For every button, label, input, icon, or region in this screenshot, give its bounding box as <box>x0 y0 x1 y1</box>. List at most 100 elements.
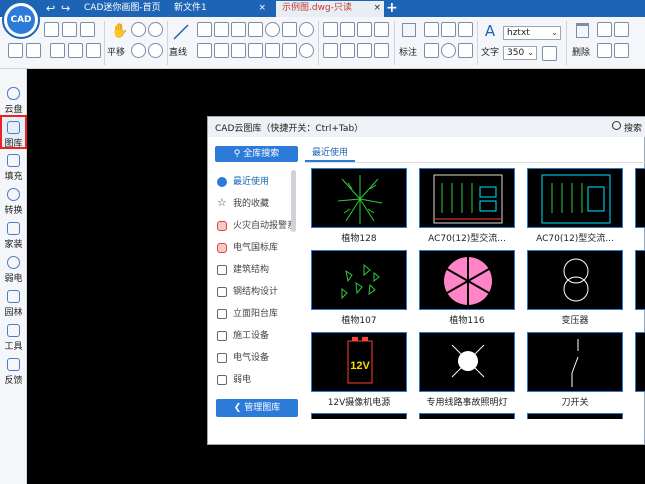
offset-icon[interactable] <box>374 22 389 37</box>
sidebar-item-feedback[interactable]: 反馈 <box>0 354 27 388</box>
image-export-icon[interactable] <box>86 43 101 58</box>
arc-dim-icon[interactable] <box>458 22 473 37</box>
zoom-extent-icon[interactable] <box>148 22 163 37</box>
pan-button[interactable]: ✋ 平移 <box>107 23 129 63</box>
zoom-out-icon[interactable] <box>131 43 146 58</box>
radius-dim-icon[interactable] <box>441 43 456 58</box>
copy-icon[interactable] <box>323 43 338 58</box>
sidebar-item-low-voltage[interactable]: 弱电 <box>0 252 27 286</box>
explode-icon[interactable] <box>374 43 389 58</box>
gallery-thumb-ac70-2[interactable] <box>527 168 623 228</box>
tab-close-icon[interactable]: × <box>373 1 381 16</box>
gallery-thumb-ac70-1[interactable] <box>419 168 515 228</box>
open-file-icon[interactable] <box>62 22 77 37</box>
aligned-dim-icon[interactable] <box>424 22 439 37</box>
trim-icon[interactable] <box>597 22 612 37</box>
tab-new-file[interactable]: 新文件1 × <box>168 1 269 17</box>
pdf-icon[interactable] <box>68 43 83 58</box>
cloud-line-icon[interactable] <box>231 43 246 58</box>
angle-dim-icon[interactable] <box>441 22 456 37</box>
spline-icon[interactable] <box>231 22 246 37</box>
category-favorites[interactable]: ☆ 我的收藏 <box>215 193 299 215</box>
pentagon-icon[interactable] <box>214 43 229 58</box>
category-balcony[interactable]: 立面阳台库 <box>215 303 299 325</box>
gallery-thumb-transformer[interactable] <box>527 250 623 310</box>
gallery-thumb-emergency-light[interactable] <box>419 332 515 392</box>
manage-library-button[interactable]: ❮ 管理图库 <box>216 399 298 417</box>
tab-sample-drawing[interactable]: 示例图.dwg-只读 × <box>276 1 384 17</box>
new-tab-button[interactable]: + <box>386 0 398 16</box>
gallery-thumb-partial[interactable] <box>635 332 645 392</box>
annotate-button[interactable]: 标注 <box>397 23 421 63</box>
move-icon[interactable] <box>323 22 338 37</box>
back-icon[interactable]: ↩ <box>46 2 55 15</box>
app-logo[interactable]: CAD <box>2 1 40 39</box>
break-icon[interactable] <box>614 43 629 58</box>
zoom-window-icon[interactable] <box>148 43 163 58</box>
undo-icon[interactable] <box>8 43 23 58</box>
size-select[interactable]: 350 ⌄ <box>503 46 537 60</box>
search-label[interactable]: 搜索 <box>624 121 642 134</box>
rotate-icon[interactable] <box>340 22 355 37</box>
tab-home[interactable]: CAD迷你画图-首页 <box>78 1 166 17</box>
tab-recent[interactable]: 最近使用 <box>305 146 355 162</box>
category-construction-equipment[interactable]: 施工设备 <box>215 325 299 347</box>
array-icon[interactable] <box>357 43 372 58</box>
sidebar-item-tools[interactable]: 工具 <box>0 320 27 354</box>
circle-icon[interactable] <box>265 22 280 37</box>
mirror-icon[interactable] <box>357 22 372 37</box>
gallery-thumb-next-row[interactable] <box>311 413 407 419</box>
linear-dim-icon[interactable] <box>424 43 439 58</box>
category-scrollbar[interactable] <box>291 170 296 232</box>
extend-icon[interactable] <box>597 43 612 58</box>
gallery-thumb-partial[interactable] <box>635 168 645 228</box>
gallery-thumb-partial[interactable] <box>635 250 645 310</box>
point-icon[interactable] <box>299 43 314 58</box>
leader-icon[interactable] <box>458 43 473 58</box>
curve-icon[interactable] <box>248 22 263 37</box>
scale-icon[interactable] <box>340 43 355 58</box>
sidebar-item-convert[interactable]: 转换 <box>0 184 27 218</box>
gallery-thumb-knife-switch[interactable] <box>527 332 623 392</box>
all-library-search-button[interactable]: ⚲ 全库搜索 <box>215 146 298 162</box>
gallery-thumb-camera-power[interactable]: 12V <box>311 332 407 392</box>
ellipse-icon[interactable] <box>299 22 314 37</box>
category-electrical-standard[interactable]: 电气国标库 <box>215 237 299 259</box>
save-icon[interactable] <box>80 22 95 37</box>
sidebar-item-landscape[interactable]: 园林 <box>0 286 27 320</box>
category-fire-alarm[interactable]: 火灾自动报警系 <box>215 215 299 237</box>
delete-button[interactable]: 删除 <box>570 23 594 63</box>
category-building-structure[interactable]: 建筑结构 <box>215 259 299 281</box>
sidebar-item-home-decor[interactable]: 家装 <box>0 218 27 252</box>
zoom-in-icon[interactable] <box>131 22 146 37</box>
category-electrical-equipment[interactable]: 电气设备 <box>215 347 299 369</box>
hatch-icon[interactable] <box>282 43 297 58</box>
new-file-icon[interactable] <box>44 22 59 37</box>
gallery-thumb-plant116[interactable] <box>419 250 515 310</box>
category-recent[interactable]: 最近使用 <box>215 171 299 193</box>
sidebar-item-gallery[interactable]: 图库 <box>0 115 27 149</box>
rectangle-icon[interactable] <box>282 22 297 37</box>
text-style-icon[interactable] <box>542 46 557 61</box>
arc-icon[interactable] <box>214 22 229 37</box>
gallery-thumb-plant128[interactable] <box>311 168 407 228</box>
category-steel-structure[interactable]: 钢结构设计 <box>215 281 299 303</box>
font-select[interactable]: hztxt ⌄ <box>503 26 561 40</box>
block-icon[interactable] <box>265 43 280 58</box>
category-low-voltage[interactable]: 弱电 <box>215 369 299 389</box>
gallery-thumb-next-row[interactable] <box>419 413 515 419</box>
scissors-icon[interactable] <box>614 22 629 37</box>
forward-icon[interactable]: ↪ <box>61 2 70 15</box>
triangle-icon[interactable] <box>197 43 212 58</box>
gallery-thumb-plant107[interactable] <box>311 250 407 310</box>
text-button[interactable]: A 文字 <box>479 23 501 63</box>
sector-icon[interactable] <box>248 43 263 58</box>
line-button[interactable]: 直线 <box>169 23 193 63</box>
tab-close-icon[interactable]: × <box>258 1 266 16</box>
sidebar-item-hatch[interactable]: 填充 <box>0 150 27 184</box>
sidebar-item-cloud[interactable]: 云盘 <box>0 83 27 117</box>
gallery-thumb-next-row[interactable] <box>527 413 623 419</box>
search-icon[interactable] <box>612 121 621 130</box>
polyline-icon[interactable] <box>197 22 212 37</box>
export-icon[interactable] <box>26 43 41 58</box>
